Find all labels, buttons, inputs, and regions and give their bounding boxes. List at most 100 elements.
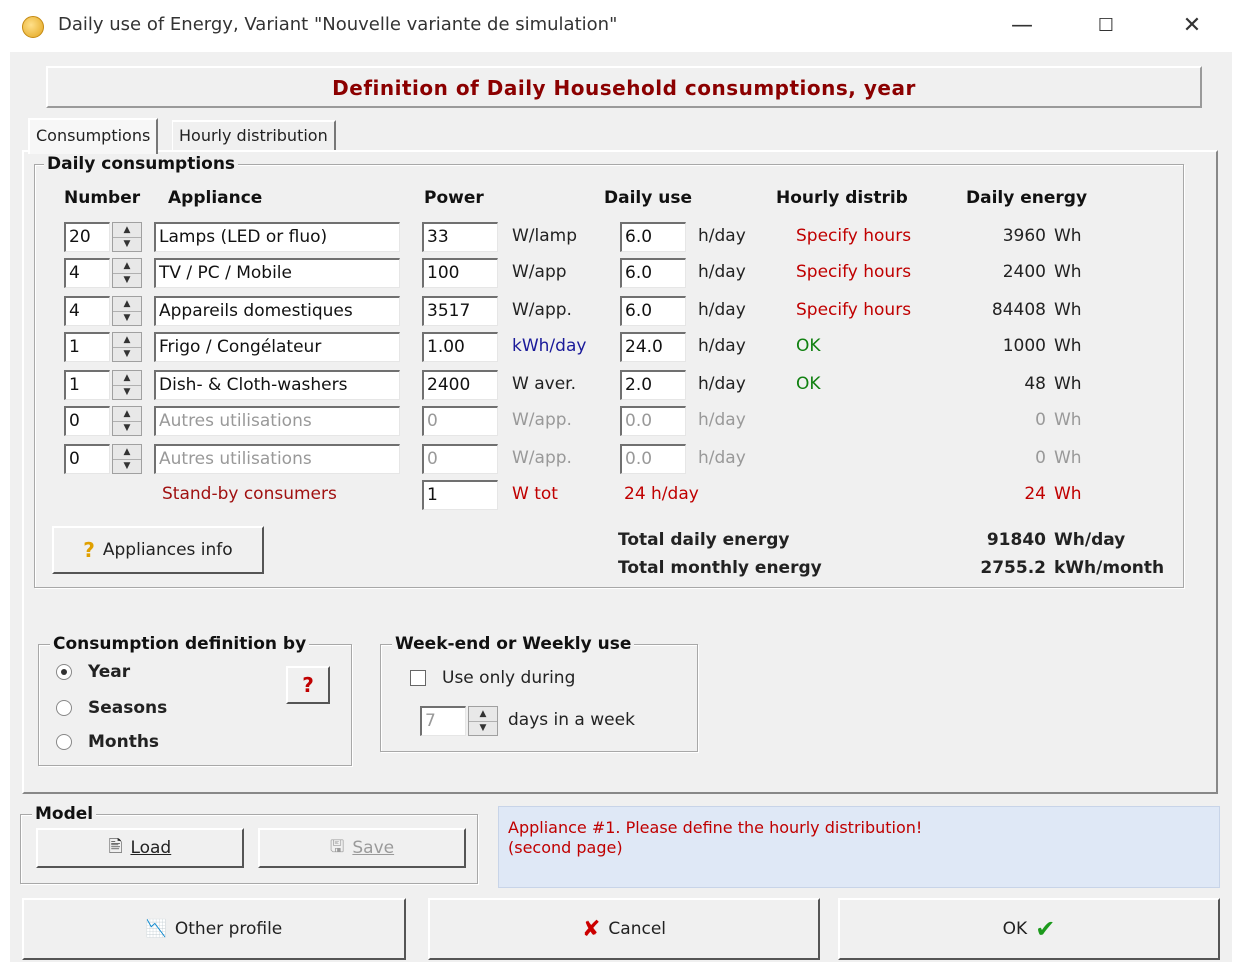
hourly-distrib-status: OK bbox=[796, 374, 821, 394]
cancel-x-icon: ✘ bbox=[581, 916, 601, 942]
definition-help-button[interactable]: ? bbox=[286, 666, 330, 704]
number-field[interactable]: 1 bbox=[64, 370, 110, 400]
spin-down-icon[interactable]: ▼ bbox=[113, 459, 141, 473]
total-monthly-label: Total monthly energy bbox=[618, 558, 822, 578]
col-hourly-distrib: Hourly distrib bbox=[776, 188, 908, 208]
spin-down-icon[interactable]: ▼ bbox=[113, 237, 141, 251]
spin-up-icon[interactable]: ▲ bbox=[113, 445, 141, 460]
number-field[interactable]: 0 bbox=[64, 444, 110, 474]
power-field[interactable]: 100 bbox=[422, 258, 498, 288]
message-line-2: (second page) bbox=[508, 838, 623, 857]
spin-down-icon[interactable]: ▼ bbox=[113, 273, 141, 287]
number-field[interactable]: 1 bbox=[64, 332, 110, 362]
spin-down-icon[interactable]: ▼ bbox=[113, 421, 141, 435]
standby-use: 24 h/day bbox=[624, 484, 699, 504]
daily-energy-unit: Wh bbox=[1054, 374, 1082, 394]
appliance-field[interactable]: TV / PC / Mobile bbox=[154, 258, 400, 288]
other-profile-label: Other profile bbox=[174, 919, 283, 939]
tab-hourly-distribution[interactable]: Hourly distribution bbox=[172, 120, 336, 150]
maximize-button[interactable]: ☐ bbox=[1084, 8, 1128, 44]
appliance-field[interactable]: Autres utilisations bbox=[154, 444, 400, 474]
radio-seasons[interactable] bbox=[56, 700, 72, 716]
daily-use-field[interactable]: 0.0 bbox=[620, 444, 686, 474]
days-spinner[interactable]: ▲ ▼ bbox=[468, 706, 498, 736]
col-daily-use: Daily use bbox=[604, 188, 692, 208]
radio-year[interactable] bbox=[56, 664, 72, 680]
daily-use-unit: h/day bbox=[698, 300, 746, 320]
message-line-1: Appliance #1. Please define the hourly d… bbox=[508, 818, 923, 837]
spin-up-icon[interactable]: ▲ bbox=[113, 333, 141, 348]
spin-up-icon[interactable]: ▲ bbox=[113, 223, 141, 238]
spin-up-icon[interactable]: ▲ bbox=[113, 259, 141, 274]
daily-use-field[interactable]: 6.0 bbox=[620, 222, 686, 252]
daily-use-unit: h/day bbox=[698, 226, 746, 246]
appliance-field[interactable]: Dish- & Cloth-washers bbox=[154, 370, 400, 400]
number-spinner[interactable]: ▲ ▼ bbox=[112, 406, 142, 436]
app-icon bbox=[22, 16, 44, 38]
load-button[interactable]: 🖹 Load bbox=[36, 828, 244, 868]
power-field[interactable]: 33 bbox=[422, 222, 498, 252]
standby-power-unit: W tot bbox=[512, 484, 558, 504]
use-only-during-checkbox[interactable] bbox=[410, 670, 426, 686]
spin-up-icon[interactable]: ▲ bbox=[113, 407, 141, 422]
minimize-button[interactable]: — bbox=[1000, 8, 1044, 44]
standby-power-field[interactable]: 1 bbox=[422, 480, 498, 510]
hourly-distrib-status[interactable]: Specify hours bbox=[796, 262, 911, 282]
number-field[interactable]: 4 bbox=[64, 258, 110, 288]
power-field[interactable]: 0 bbox=[422, 444, 498, 474]
number-spinner[interactable]: ▲ ▼ bbox=[112, 222, 142, 252]
total-daily-value: 91840 bbox=[986, 530, 1046, 550]
power-field[interactable]: 0 bbox=[422, 406, 498, 436]
spin-down-icon[interactable]: ▼ bbox=[469, 721, 497, 735]
power-field[interactable]: 1.00 bbox=[422, 332, 498, 362]
number-spinner[interactable]: ▲ ▼ bbox=[112, 296, 142, 326]
spin-down-icon[interactable]: ▼ bbox=[113, 385, 141, 399]
number-field[interactable]: 20 bbox=[64, 222, 110, 252]
daily-use-field[interactable]: 0.0 bbox=[620, 406, 686, 436]
appliances-info-button[interactable]: ? Appliances info bbox=[52, 526, 264, 574]
save-button[interactable]: 🖫 Save bbox=[258, 828, 466, 868]
number-spinner[interactable]: ▲ ▼ bbox=[112, 370, 142, 400]
daily-energy-unit: Wh bbox=[1054, 300, 1082, 320]
daily-energy-value: 84408 bbox=[991, 300, 1046, 320]
daily-use-field[interactable]: 6.0 bbox=[620, 258, 686, 288]
number-field[interactable]: 4 bbox=[64, 296, 110, 326]
number-field[interactable]: 0 bbox=[64, 406, 110, 436]
days-field[interactable]: 7 bbox=[420, 706, 466, 736]
power-field[interactable]: 3517 bbox=[422, 296, 498, 326]
spin-down-icon[interactable]: ▼ bbox=[113, 311, 141, 325]
daily-use-unit: h/day bbox=[698, 336, 746, 356]
radio-year-label: Year bbox=[88, 662, 131, 682]
appliance-field[interactable]: Appareils domestiques bbox=[154, 296, 400, 326]
model-caption: Model bbox=[32, 804, 97, 824]
appliance-field[interactable]: Frigo / Congélateur bbox=[154, 332, 400, 362]
hourly-distrib-status[interactable]: Specify hours bbox=[796, 300, 911, 320]
daily-use-field[interactable]: 2.0 bbox=[620, 370, 686, 400]
cancel-button[interactable]: ✘ Cancel bbox=[428, 898, 820, 960]
power-field[interactable]: 2400 bbox=[422, 370, 498, 400]
close-button[interactable]: ✕ bbox=[1170, 8, 1214, 44]
daily-energy-value: 3960 bbox=[1002, 226, 1046, 246]
daily-use-field[interactable]: 6.0 bbox=[620, 296, 686, 326]
other-profile-button[interactable]: 📉 Other profile bbox=[22, 898, 406, 960]
col-appliance: Appliance bbox=[168, 188, 263, 208]
number-spinner[interactable]: ▲ ▼ bbox=[112, 444, 142, 474]
power-unit: W/app bbox=[512, 262, 567, 282]
tab-consumptions[interactable]: Consumptions bbox=[28, 118, 159, 154]
daily-energy-unit: Wh bbox=[1054, 410, 1082, 430]
daily-use-unit: h/day bbox=[698, 448, 746, 468]
spin-up-icon[interactable]: ▲ bbox=[469, 707, 497, 722]
appliance-field[interactable]: Autres utilisations bbox=[154, 406, 400, 436]
number-spinner[interactable]: ▲ ▼ bbox=[112, 332, 142, 362]
spin-down-icon[interactable]: ▼ bbox=[113, 347, 141, 361]
spin-up-icon[interactable]: ▲ bbox=[113, 371, 141, 386]
number-spinner[interactable]: ▲ ▼ bbox=[112, 258, 142, 288]
daily-use-field[interactable]: 24.0 bbox=[620, 332, 686, 362]
spin-up-icon[interactable]: ▲ bbox=[113, 297, 141, 312]
daily-use-unit: h/day bbox=[698, 262, 746, 282]
hourly-distrib-status[interactable]: Specify hours bbox=[796, 226, 911, 246]
appliance-field[interactable]: Lamps (LED or fluo) bbox=[154, 222, 400, 252]
radio-months[interactable] bbox=[56, 734, 72, 750]
ok-button[interactable]: OK ✔ bbox=[838, 898, 1220, 960]
daily-use-unit: h/day bbox=[698, 374, 746, 394]
